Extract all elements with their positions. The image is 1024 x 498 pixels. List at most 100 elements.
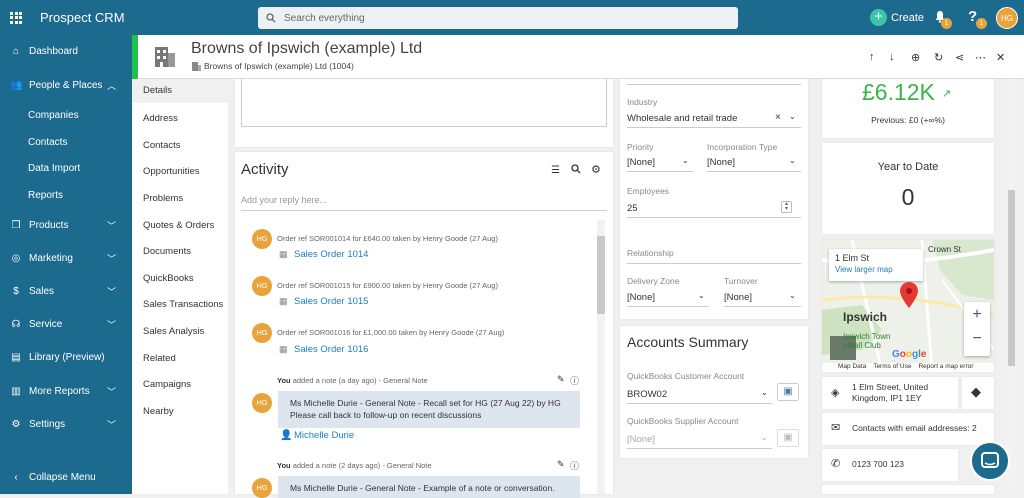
directions-button[interactable]: ◆ <box>962 377 994 409</box>
share-icon[interactable]: ⋖ <box>955 51 964 64</box>
tab-details[interactable]: Details <box>132 79 228 103</box>
sales-order-link[interactable]: Sales Order 1014 <box>294 249 368 260</box>
clear-icon[interactable]: × <box>775 112 781 123</box>
edit-icon[interactable]: ✎ <box>557 374 565 385</box>
chevron-down-icon[interactable]: ⌄ <box>761 388 768 397</box>
sidebar-item-people-places[interactable]: 👥 People & Places ︿ <box>0 74 132 96</box>
sidebar-item-data-import[interactable]: Data Import <box>28 163 80 174</box>
info-icon[interactable]: ⓘ <box>570 459 579 472</box>
avatar: HG <box>252 229 272 249</box>
help-icon[interactable]: ? 1 <box>968 8 987 29</box>
app-name[interactable]: Prospect CRM <box>40 10 125 25</box>
map-poi-line: otball Club <box>843 341 881 350</box>
tab-address[interactable]: Address <box>143 113 178 124</box>
tab-quickbooks[interactable]: QuickBooks <box>143 273 194 284</box>
sidebar-item-settings[interactable]: ⚙ Settings ﹀ <box>0 413 132 435</box>
chevron-down-icon[interactable]: ⌄ <box>761 433 768 442</box>
sidebar-item-products[interactable]: ❒ Products ﹀ <box>0 214 132 236</box>
tab-documents[interactable]: Documents <box>143 246 191 257</box>
delivery-zone-select[interactable]: [None] <box>627 292 655 303</box>
tab-nearby[interactable]: Nearby <box>143 406 174 417</box>
tab-related[interactable]: Related <box>143 353 176 364</box>
map-pin-icon[interactable] <box>900 282 918 311</box>
map-data-link[interactable]: Map Data <box>838 363 866 372</box>
reply-underline <box>241 210 607 211</box>
terms-link[interactable]: Terms of Use <box>873 363 911 372</box>
supplier-account-select[interactable]: [None] <box>627 434 655 445</box>
tab-sales-transactions[interactable]: Sales Transactions <box>143 299 223 310</box>
address-text: 1 Elm Street, United Kingdom, IP1 1EY <box>852 382 929 403</box>
notes-textarea[interactable] <box>241 79 607 127</box>
chevron-down-icon[interactable]: ⌄ <box>698 291 705 300</box>
sales-order-link[interactable]: Sales Order 1016 <box>294 344 368 355</box>
employees-input[interactable]: 25 <box>627 203 638 214</box>
search-input[interactable]: Search everything <box>258 7 738 29</box>
gear-icon[interactable]: ⚙ <box>591 163 601 176</box>
chevron-down-icon[interactable]: ⌄ <box>789 112 796 121</box>
sales-order-link[interactable]: Sales Order 1015 <box>294 296 368 307</box>
chevron-down-icon[interactable]: ⌄ <box>682 156 689 165</box>
close-icon[interactable]: ✕ <box>996 51 1005 64</box>
turnover-select[interactable]: [None] <box>724 292 752 303</box>
customer-account-select[interactable]: BROW02 <box>627 389 667 400</box>
sidebar-item-companies[interactable]: Companies <box>28 110 79 121</box>
page-scrollbar-thumb[interactable] <box>1008 190 1015 366</box>
scrollbar-thumb[interactable] <box>597 236 605 314</box>
field-underline <box>627 217 801 218</box>
edit-icon[interactable]: ✎ <box>557 459 565 470</box>
contact-link[interactable]: Michelle Durie <box>294 430 354 441</box>
note-meta: added a note (a day ago) - General Note <box>292 376 428 385</box>
add-circle-icon[interactable]: ⊕ <box>911 51 920 64</box>
user-avatar[interactable]: HG <box>996 7 1018 29</box>
industry-select[interactable]: Wholesale and retail trade <box>627 113 737 124</box>
zoom-in-button[interactable]: + <box>964 302 990 328</box>
search-icon[interactable] <box>571 164 581 177</box>
tab-problems[interactable]: Problems <box>143 193 183 204</box>
more-icon[interactable]: ⋯ <box>975 51 986 64</box>
apps-grid-icon[interactable] <box>10 11 22 24</box>
collapse-menu-button[interactable]: ‹ Collapse Menu <box>0 466 132 488</box>
map-view[interactable]: 1 Elm St View larger map Crown St Ipswic… <box>822 240 994 372</box>
phone-row[interactable]: ✆ 0123 700 123 <box>822 449 958 481</box>
tab-contacts[interactable]: Contacts <box>143 140 181 151</box>
sidebar-item-contacts[interactable]: Contacts <box>28 137 67 148</box>
report-error-link[interactable]: Report a map error <box>918 363 973 372</box>
stepper-icon[interactable]: ▴ ▾ <box>781 201 792 213</box>
zoom-out-button[interactable]: − <box>964 328 990 354</box>
quickbooks-link-icon[interactable]: ▣ <box>777 383 799 401</box>
arrow-down-icon[interactable]: ↓ <box>889 51 895 63</box>
email-row[interactable]: ✉ Contacts with email addresses: 2 <box>822 413 994 445</box>
chat-widget-button[interactable] <box>970 441 1010 481</box>
view-larger-map-link[interactable]: View larger map <box>835 265 917 274</box>
sidebar-item-more-reports[interactable]: ▥ More Reports ﹀ <box>0 380 132 402</box>
chevron-down-icon[interactable]: ⌄ <box>789 291 796 300</box>
quickbooks-link-icon[interactable]: ▣ <box>777 429 799 447</box>
arrow-up-icon[interactable]: ↑ <box>869 51 875 63</box>
info-icon[interactable]: ⓘ <box>570 374 579 387</box>
priority-select[interactable]: [None] <box>627 157 655 168</box>
sidebar-item-library[interactable]: ▤ Library (Preview) <box>0 346 132 368</box>
field-underline <box>627 263 801 264</box>
sidebar-item-service[interactable]: ☊ Service ﹀ <box>0 313 132 335</box>
create-button[interactable]: + Create <box>870 9 924 26</box>
tab-quotes-orders[interactable]: Quotes & Orders <box>143 220 214 231</box>
bell-icon[interactable]: 1 <box>934 10 952 29</box>
chevron-down-icon[interactable]: ⌄ <box>789 156 796 165</box>
sidebar-item-reports[interactable]: Reports <box>28 190 63 201</box>
library-icon: ▤ <box>11 351 21 363</box>
sidebar-item-dashboard[interactable]: ⌂ Dashboard <box>0 40 132 62</box>
sidebar-item-sales[interactable]: $ Sales ﹀ <box>0 280 132 302</box>
address-row[interactable]: ◈ 1 Elm Street, United Kingdom, IP1 1EY <box>822 377 958 409</box>
sidebar: ⌂ Dashboard 👥 People & Places ︿ Companies C… <box>0 35 132 494</box>
chevron-down-icon: ﹀ <box>106 220 116 231</box>
filter-icon[interactable]: ☰ <box>551 165 560 176</box>
sidebar-item-marketing[interactable]: ◎ Marketing ﹀ <box>0 247 132 269</box>
tab-opportunities[interactable]: Opportunities <box>143 166 200 177</box>
tab-sales-analysis[interactable]: Sales Analysis <box>143 326 204 337</box>
tab-campaigns[interactable]: Campaigns <box>143 379 191 390</box>
incorporation-select[interactable]: [None] <box>707 157 735 168</box>
sidebar-label: Service <box>29 318 63 330</box>
notes-card <box>235 79 613 147</box>
reply-input[interactable]: Add your reply here... <box>241 195 327 205</box>
refresh-icon[interactable]: ↻ <box>934 51 943 64</box>
